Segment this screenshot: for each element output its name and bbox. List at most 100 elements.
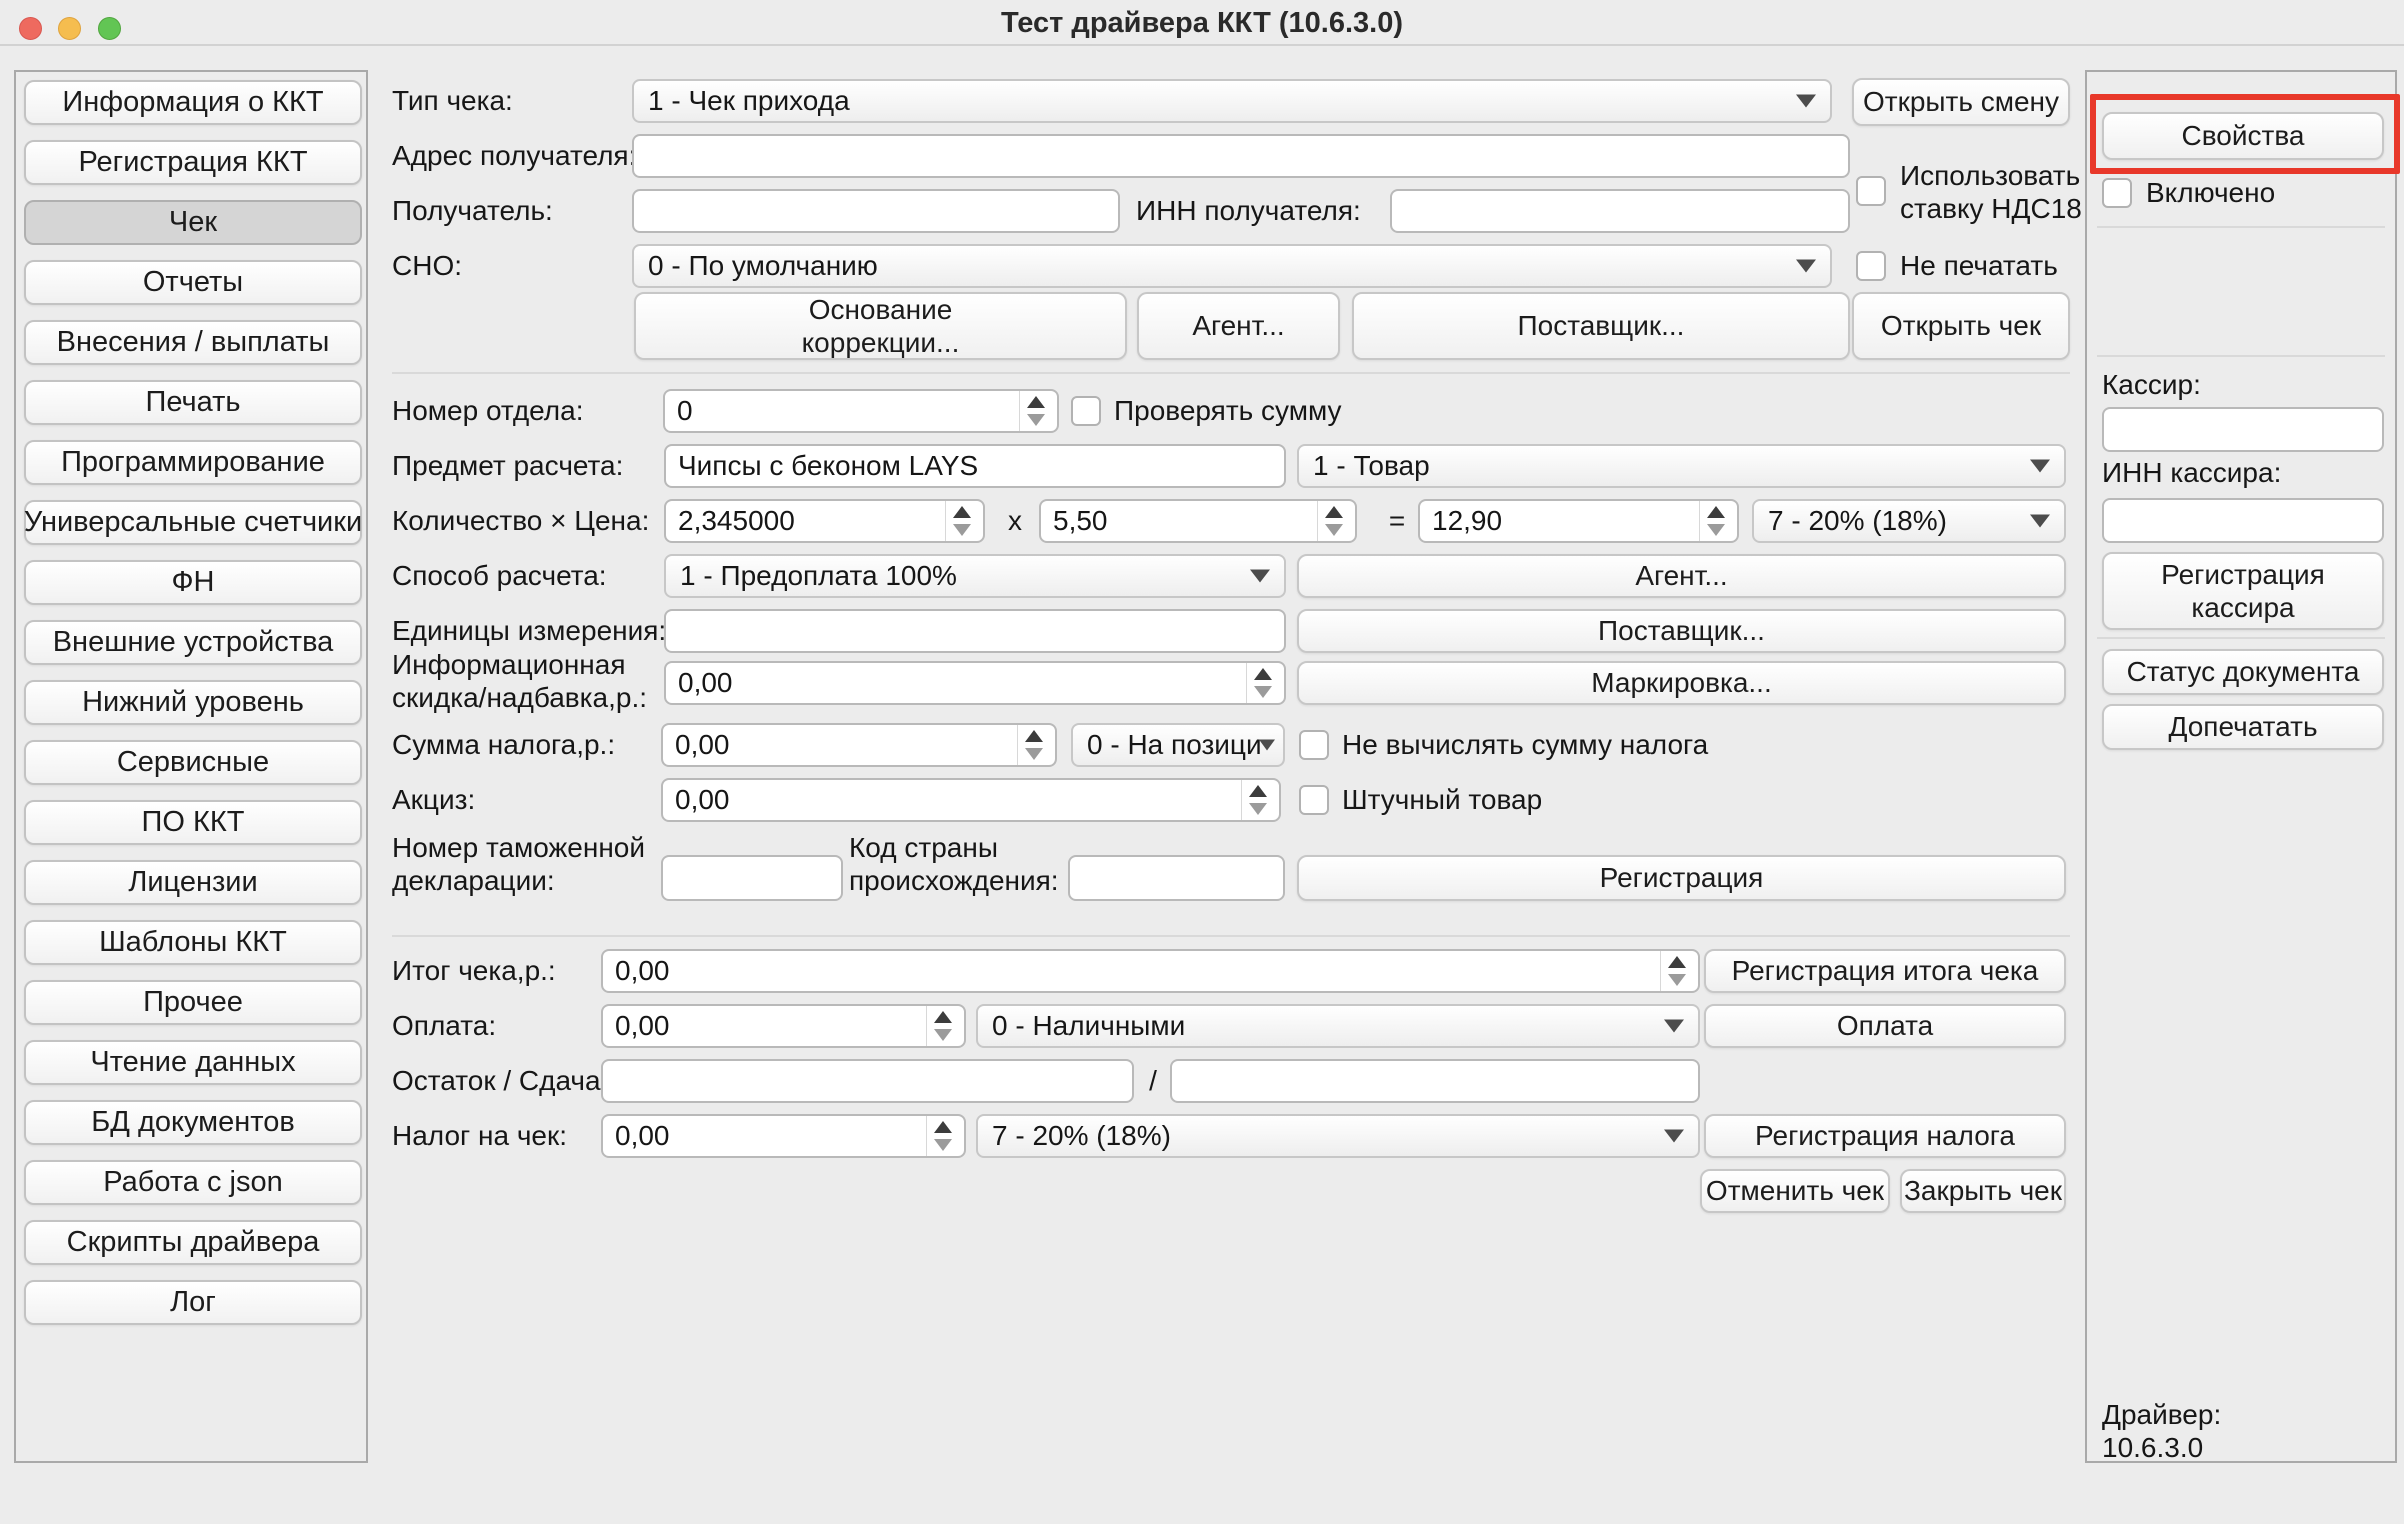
cancel-receipt-button[interactable]: Отменить чек (1700, 1169, 1890, 1213)
tax-registration-button[interactable]: Регистрация налога (1704, 1114, 2066, 1158)
total-registration-button[interactable]: Регистрация итога чека (1704, 949, 2066, 993)
spinner-up-icon[interactable] (934, 1121, 952, 1133)
spinner-up-icon[interactable] (934, 1011, 952, 1023)
agent-button[interactable]: Агент... (1297, 554, 2066, 598)
sidebar-item-universal-counters[interactable]: Универсальные счетчики (24, 500, 362, 545)
sidebar-item-log[interactable]: Лог (24, 1280, 362, 1325)
spinner-down-icon[interactable] (1668, 974, 1686, 986)
spinner-down-icon[interactable] (934, 1139, 952, 1151)
spinner-down-icon[interactable] (1254, 686, 1272, 698)
sidebar-item-driver-scripts[interactable]: Скрипты драйвера (24, 1220, 362, 1265)
spinner-up-icon[interactable] (1707, 506, 1725, 518)
sidebar-item-documents-db[interactable]: БД документов (24, 1100, 362, 1145)
sidebar-item-kkt-templates[interactable]: Шаблоны ККТ (24, 920, 362, 965)
sidebar-item-external-devices[interactable]: Внешние устройства (24, 620, 362, 665)
customs-declaration-input[interactable] (661, 855, 843, 901)
info-discount-label: Информационная скидка/надбавка,р.: (392, 648, 657, 714)
chevron-down-icon (1796, 260, 1816, 273)
recipient-inn-input[interactable] (1390, 189, 1850, 233)
document-status-button[interactable]: Статус документа (2102, 649, 2384, 695)
recipient-label: Получатель: (392, 189, 553, 233)
change-input[interactable] (1170, 1059, 1700, 1103)
sidebar-item-print[interactable]: Печать (24, 380, 362, 425)
department-stepper[interactable]: 0 (663, 389, 1059, 433)
sidebar-item-receipt[interactable]: Чек (24, 200, 362, 245)
tax-sum-stepper[interactable]: 0,00 (661, 723, 1057, 767)
sidebar-item-service[interactable]: Сервисные (24, 740, 362, 785)
price-stepper[interactable]: 5,50 (1039, 499, 1357, 543)
tax-mode-select[interactable]: 0 - На позици (1071, 723, 1285, 767)
chevron-down-icon (1259, 740, 1275, 751)
excise-stepper[interactable]: 0,00 (661, 778, 1281, 822)
sidebar-item-data-reading[interactable]: Чтение данных (24, 1040, 362, 1085)
receipt-type-select[interactable]: 1 - Чек прихода (632, 79, 1832, 123)
spinner-down-icon[interactable] (1249, 803, 1267, 815)
spinner-down-icon[interactable] (1707, 524, 1725, 536)
sidebar-item-json[interactable]: Работа с json (24, 1160, 362, 1205)
sidebar-item-kkt-software[interactable]: ПО ККТ (24, 800, 362, 845)
sidebar-item-reports[interactable]: Отчеты (24, 260, 362, 305)
sidebar-item-licenses[interactable]: Лицензии (24, 860, 362, 905)
receipt-tax-stepper[interactable]: 0,00 (601, 1114, 966, 1158)
piece-goods-checkbox[interactable] (1299, 785, 1329, 815)
open-receipt-button[interactable]: Открыть чек (1852, 292, 2070, 360)
payment-button[interactable]: Оплата (1704, 1004, 2066, 1048)
cashier-registration-button[interactable]: Регистрация кассира (2102, 552, 2384, 630)
sidebar-item-fn[interactable]: ФН (24, 560, 362, 605)
cashier-input[interactable] (2102, 407, 2384, 452)
spinner-up-icon[interactable] (1027, 396, 1045, 408)
units-input[interactable] (664, 609, 1286, 653)
subject-type-select[interactable]: 1 - Товар (1297, 444, 2066, 488)
sidebar-item-programming[interactable]: Программирование (24, 440, 362, 485)
rest-input[interactable] (601, 1059, 1134, 1103)
zoom-button[interactable] (98, 17, 121, 40)
payment-type-select[interactable]: 0 - Наличными (976, 1004, 1700, 1048)
sidebar-item-kkt-info[interactable]: Информация о ККТ (24, 80, 362, 125)
sum-stepper[interactable]: 12,90 (1418, 499, 1739, 543)
sidebar-item-deposits-payouts[interactable]: Внесения / выплаты (24, 320, 362, 365)
marking-button[interactable]: Маркировка... (1297, 661, 2066, 705)
spinner-up-icon[interactable] (1249, 785, 1267, 797)
subject-input[interactable]: Чипсы с беконом LAYS (664, 444, 1286, 488)
spinner-up-icon[interactable] (953, 506, 971, 518)
sidebar-item-kkt-registration[interactable]: Регистрация ККТ (24, 140, 362, 185)
recipient-input[interactable] (632, 189, 1120, 233)
country-code-input[interactable] (1068, 855, 1285, 901)
spinner-down-icon[interactable] (1027, 414, 1045, 426)
spinner-down-icon[interactable] (1025, 748, 1043, 760)
enabled-checkbox[interactable] (2102, 178, 2132, 208)
receipt-total-stepper[interactable]: 0,00 (601, 949, 1700, 993)
registration-button[interactable]: Регистрация (1297, 855, 2066, 901)
position-vat-select[interactable]: 7 - 20% (18%) (1752, 499, 2066, 543)
no-print-checkbox[interactable] (1856, 251, 1886, 281)
sno-select[interactable]: 0 - По умолчанию (632, 244, 1832, 288)
use-vat18-checkbox[interactable] (1856, 176, 1886, 206)
spinner-up-icon[interactable] (1254, 668, 1272, 680)
spinner-down-icon[interactable] (1325, 524, 1343, 536)
payment-stepper[interactable]: 0,00 (601, 1004, 966, 1048)
close-receipt-button[interactable]: Закрыть чек (1900, 1169, 2066, 1213)
spinner-up-icon[interactable] (1325, 506, 1343, 518)
no-tax-calc-checkbox[interactable] (1299, 730, 1329, 760)
spinner-up-icon[interactable] (1025, 730, 1043, 742)
check-sum-checkbox[interactable] (1071, 396, 1101, 426)
cashier-inn-input[interactable] (2102, 498, 2384, 543)
payment-method-select[interactable]: 1 - Предоплата 100% (664, 554, 1286, 598)
spinner-down-icon[interactable] (953, 524, 971, 536)
correction-basis-button[interactable]: Основание коррекции... (634, 292, 1127, 360)
info-discount-stepper[interactable]: 0,00 (664, 661, 1286, 705)
minimize-button[interactable] (58, 17, 81, 40)
open-shift-button[interactable]: Открыть смену (1852, 78, 2070, 126)
sidebar-item-low-level[interactable]: Нижний уровень (24, 680, 362, 725)
spinner-down-icon[interactable] (934, 1029, 952, 1041)
recipient-address-input[interactable] (632, 134, 1850, 178)
supplier-top-button[interactable]: Поставщик... (1352, 292, 1850, 360)
supplier-button[interactable]: Поставщик... (1297, 609, 2066, 653)
close-button[interactable] (19, 17, 42, 40)
receipt-tax-type-select[interactable]: 7 - 20% (18%) (976, 1114, 1700, 1158)
agent-top-button[interactable]: Агент... (1137, 292, 1340, 360)
spinner-up-icon[interactable] (1668, 956, 1686, 968)
sidebar-item-other[interactable]: Прочее (24, 980, 362, 1025)
quantity-stepper[interactable]: 2,345000 (664, 499, 985, 543)
print-more-button[interactable]: Допечатать (2102, 704, 2384, 750)
